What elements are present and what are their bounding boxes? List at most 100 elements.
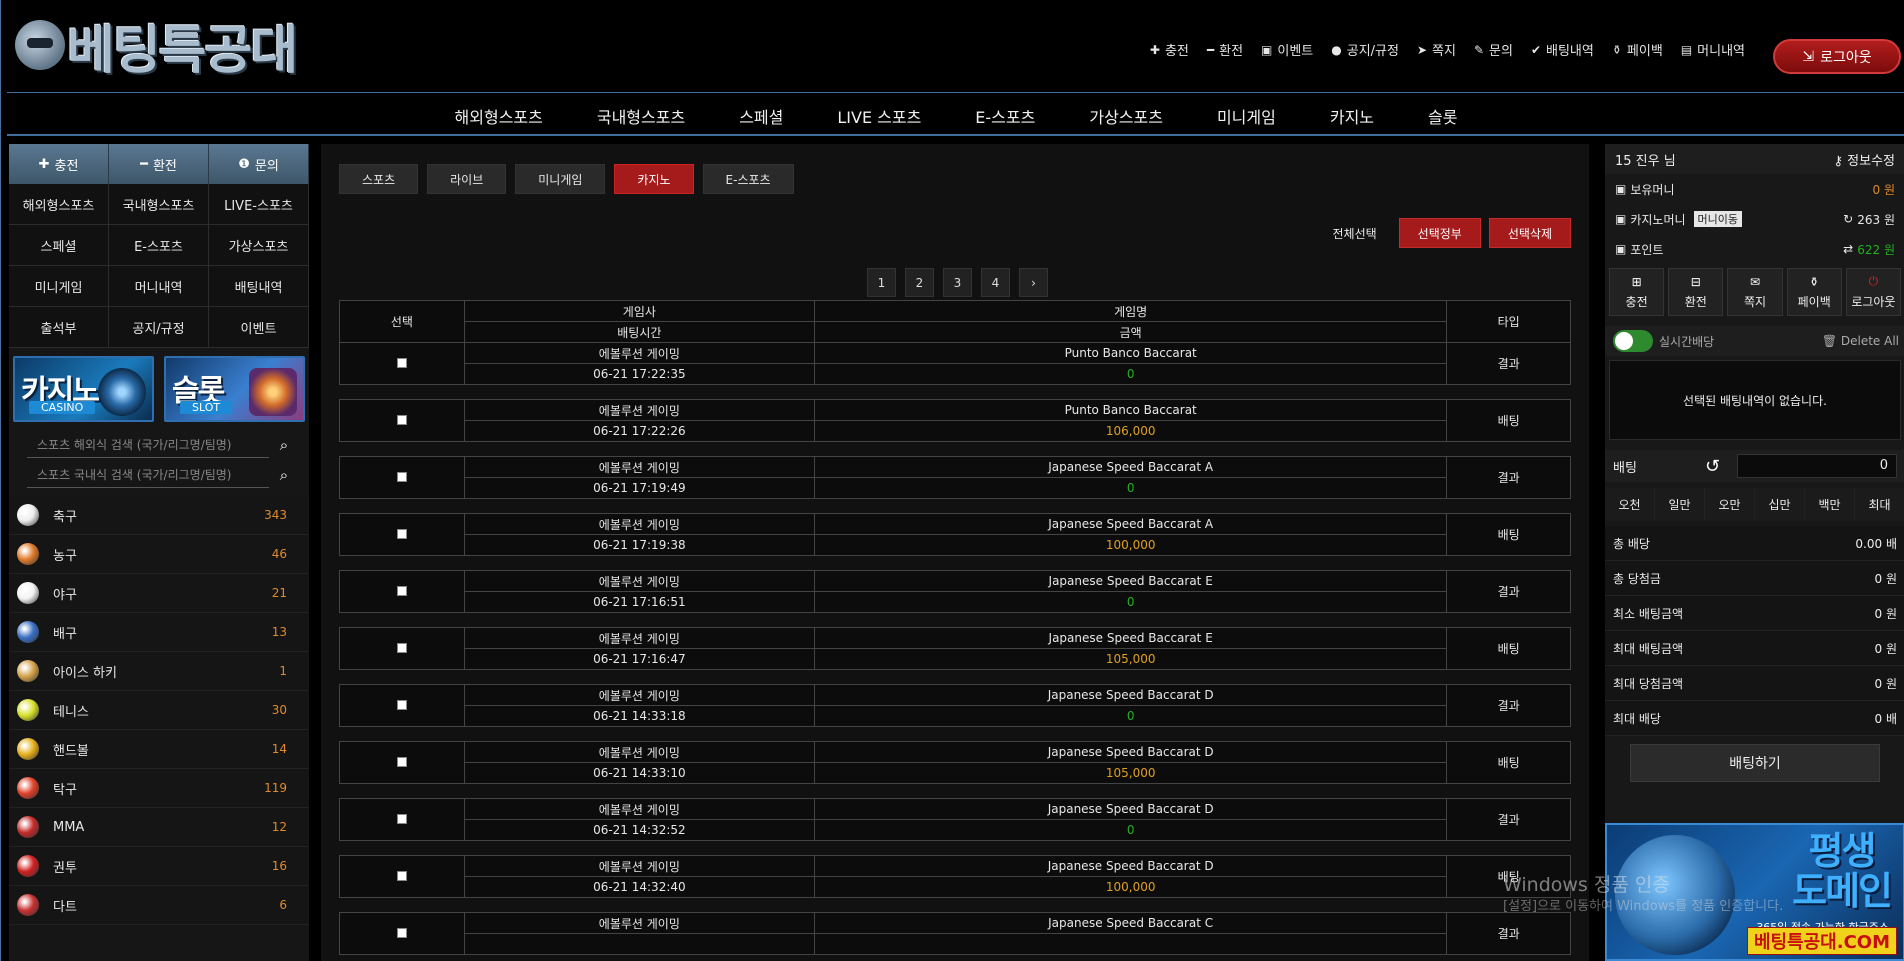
sidebar-menu-item[interactable]: 공지/규정 — [109, 307, 209, 348]
sport-item[interactable]: 야구 21 — [9, 574, 309, 613]
refresh-icon[interactable]: ↻ — [1843, 212, 1853, 226]
topnav-item-6[interactable]: ✔ 배팅내역 — [1531, 40, 1594, 60]
row-checkbox[interactable] — [396, 642, 407, 653]
topnav-item-4[interactable]: ➤ 쪽지 — [1417, 40, 1456, 60]
row-checkbox[interactable] — [396, 585, 407, 596]
amount-button[interactable]: 오천 — [1605, 488, 1655, 520]
search-icon[interactable]: ⌕ — [269, 436, 299, 454]
next-page-button[interactable]: › — [1019, 268, 1048, 297]
sidebar-menu-item[interactable]: 출석부 — [9, 307, 109, 348]
sidebar-menu-item[interactable]: 미니게임 — [9, 266, 109, 307]
slot-banner[interactable]: 슬롯 SLOT — [164, 356, 305, 422]
row-checkbox[interactable] — [396, 699, 407, 710]
table-row: 06-21 14:32:40 100,000 — [340, 876, 1571, 898]
mainnav-item-7[interactable]: 카지노 — [1303, 94, 1401, 134]
sport-item[interactable]: 배구 13 — [9, 613, 309, 652]
user-button-2[interactable]: ✉ 쪽지 — [1727, 268, 1783, 316]
row-checkbox[interactable] — [396, 927, 407, 938]
sport-item[interactable]: 축구 343 — [9, 496, 309, 535]
topnav-item-8[interactable]: ▤ 머니내역 — [1681, 40, 1745, 60]
topnav-item-2[interactable]: ▣ 이벤트 — [1261, 40, 1313, 60]
place-bet-button[interactable]: 배팅하기 — [1630, 744, 1880, 782]
sidebar-menu-item[interactable]: 가상스포츠 — [209, 225, 309, 266]
row-checkbox[interactable] — [396, 756, 407, 767]
search-domestic-input[interactable]: 스포츠 국내식 검색 (국가/리그명/팀명) — [27, 462, 269, 488]
page-button[interactable]: 3 — [943, 268, 972, 297]
mainnav-item-4[interactable]: E-스포츠 — [948, 94, 1062, 134]
table-row: 06-21 14:33:18 0 — [340, 705, 1571, 727]
row-checkbox[interactable] — [396, 813, 407, 824]
bet-amount-input[interactable]: 0 — [1737, 454, 1897, 478]
user-button-1[interactable]: ⊟ 환전 — [1668, 268, 1724, 316]
user-button-0[interactable]: ⊞ 충전 — [1609, 268, 1665, 316]
page-button[interactable]: 4 — [981, 268, 1010, 297]
casino-banner[interactable]: 카지노 CASINO — [13, 356, 154, 422]
row-checkbox[interactable] — [396, 870, 407, 881]
page-button[interactable]: 1 — [867, 268, 896, 297]
row-checkbox[interactable] — [396, 414, 407, 425]
sidebar-menu-item[interactable]: 배팅내역 — [209, 266, 309, 307]
amount-button[interactable]: 일만 — [1655, 488, 1705, 520]
edit-info-link[interactable]: ⚷ 정보수정 — [1834, 150, 1896, 169]
topnav-item-0[interactable]: ✚ 충전 — [1150, 40, 1189, 60]
sidebar-menu-item[interactable]: 머니내역 — [109, 266, 209, 307]
sport-item[interactable]: 아이스 하키 1 — [9, 652, 309, 691]
topnav-item-3[interactable]: ● 공지/규정 — [1331, 40, 1399, 60]
search-icon[interactable]: ⌕ — [269, 466, 299, 484]
delete-selected-button[interactable]: 선택삭제 — [1488, 218, 1571, 248]
sport-item[interactable]: 탁구 119 — [9, 769, 309, 808]
tab-4[interactable]: E-스포츠 — [702, 164, 794, 194]
sport-item[interactable]: 핸드볼 14 — [9, 730, 309, 769]
page-button[interactable]: 2 — [905, 268, 934, 297]
sidebar-menu-item[interactable]: LIVE-스포츠 — [209, 184, 309, 225]
exchange-icon[interactable]: ⇄ — [1843, 242, 1853, 256]
mainnav-item-1[interactable]: 국내형스포츠 — [570, 94, 712, 134]
quick-button-0[interactable]: ✚ 충전 — [9, 144, 109, 184]
topnav-item-5[interactable]: ✎ 문의 — [1474, 40, 1513, 60]
game-cell: Japanese Speed Baccarat E — [813, 570, 1448, 592]
tab-2[interactable]: 미니게임 — [515, 164, 606, 194]
row-checkbox[interactable] — [396, 357, 407, 368]
mainnav-item-3[interactable]: LIVE 스포츠 — [810, 94, 948, 134]
sidebar-menu-item[interactable]: E-스포츠 — [109, 225, 209, 266]
mainnav-item-6[interactable]: 미니게임 — [1190, 94, 1303, 134]
reset-icon[interactable]: ↺ — [1705, 456, 1729, 477]
sidebar-menu-item[interactable]: 스페셜 — [9, 225, 109, 266]
sidebar-menu: 해외형스포츠 국내형스포츠 LIVE-스포츠스페셜 E-스포츠 가상스포츠미니게임 머니내… — [9, 184, 309, 348]
topnav-item-7[interactable]: ⚱ 페이백 — [1612, 40, 1663, 60]
quick-button-2[interactable]: ❶ 문의 — [209, 144, 309, 184]
live-odds-toggle[interactable] — [1613, 330, 1653, 352]
mainnav-item-5[interactable]: 가상스포츠 — [1062, 94, 1190, 134]
quick-button-1[interactable]: ━ 환전 — [109, 144, 209, 184]
sport-item[interactable]: 농구 46 — [9, 535, 309, 574]
select-all-button[interactable]: 선택정부 — [1398, 218, 1481, 248]
amount-button[interactable]: 십만 — [1755, 488, 1805, 520]
amount-button[interactable]: 백만 — [1805, 488, 1855, 520]
sidebar-menu-item[interactable]: 이벤트 — [209, 307, 309, 348]
mainnav-item-0[interactable]: 해외형스포츠 — [428, 94, 570, 134]
amount-button[interactable]: 최대 — [1855, 488, 1904, 520]
select-all-label[interactable]: 전체선택 — [1332, 225, 1376, 242]
sport-item[interactable]: MMA 12 — [9, 808, 309, 847]
tab-0[interactable]: 스포츠 — [339, 164, 419, 194]
mainnav-item-2[interactable]: 스페셜 — [712, 94, 810, 134]
topnav-item-1[interactable]: ━ 환전 — [1207, 40, 1243, 60]
sidebar-menu-item[interactable]: 해외형스포츠 — [9, 184, 109, 225]
user-button-3[interactable]: ⚱ 페이백 — [1786, 268, 1842, 316]
row-checkbox[interactable] — [396, 471, 407, 482]
sport-item[interactable]: 다트 6 — [9, 886, 309, 925]
sport-item[interactable]: 권투 16 — [9, 847, 309, 886]
site-logo[interactable]: 베팅특공대 — [15, 15, 298, 81]
delete-all-button[interactable]: 🗑 Delete All — [1822, 334, 1899, 348]
logout-button[interactable]: ⇲ 로그아웃 — [1773, 39, 1901, 74]
money-transfer-button[interactable]: 머니이동 — [1693, 211, 1743, 227]
tab-3[interactable]: 카지노 — [614, 164, 694, 194]
sport-item[interactable]: 테니스 30 — [9, 691, 309, 730]
tab-1[interactable]: 라이브 — [427, 164, 507, 194]
sidebar-menu-item[interactable]: 국내형스포츠 — [109, 184, 209, 225]
row-checkbox[interactable] — [396, 528, 407, 539]
search-foreign-input[interactable]: 스포츠 해외식 검색 (국가/리그명/팀명) — [27, 432, 269, 458]
mainnav-item-8[interactable]: 슬롯 — [1401, 94, 1484, 134]
user-button-4[interactable]: ⏻ 로그아웃 — [1845, 268, 1901, 316]
amount-button[interactable]: 오만 — [1705, 488, 1755, 520]
